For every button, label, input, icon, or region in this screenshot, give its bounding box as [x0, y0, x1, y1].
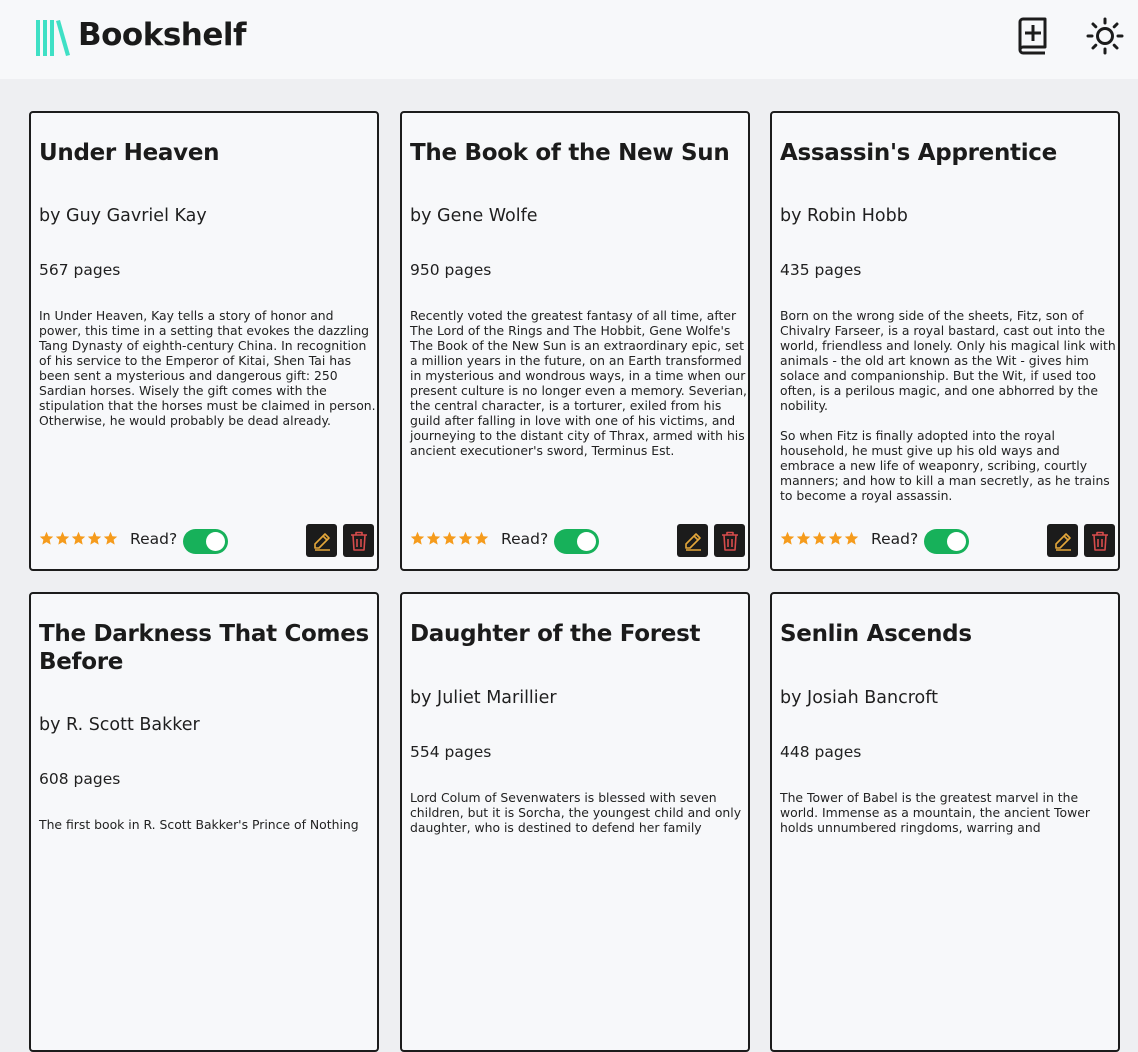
star-rating[interactable]	[39, 531, 118, 546]
star-rating[interactable]	[410, 531, 489, 546]
star-icon[interactable]	[474, 531, 489, 546]
book-pages: 448 pages	[780, 743, 862, 761]
book-description: Born on the wrong side of the sheets, Fi…	[780, 308, 1116, 503]
book-pages: 554 pages	[410, 743, 492, 761]
book-title: Daughter of the Forest	[410, 621, 701, 647]
star-icon[interactable]	[796, 531, 811, 546]
delete-button[interactable]	[714, 524, 745, 557]
trash-icon	[1091, 531, 1108, 551]
book-description: The Tower of Babel is the greatest marve…	[780, 790, 1090, 835]
star-icon[interactable]	[812, 531, 827, 546]
book-title: Under Heaven	[39, 140, 220, 166]
edit-button[interactable]	[306, 524, 337, 557]
star-icon[interactable]	[780, 531, 795, 546]
book-pages: 435 pages	[780, 261, 862, 279]
star-icon[interactable]	[828, 531, 843, 546]
book-description: The first book in R. Scott Bakker's Prin…	[39, 817, 359, 832]
star-icon[interactable]	[458, 531, 473, 546]
pencil-icon	[684, 532, 701, 551]
book-author: by Josiah Bancroft	[780, 688, 938, 708]
book-description: In Under Heaven, Kay tells a story of ho…	[39, 308, 376, 428]
book-author: by Gene Wolfe	[410, 206, 538, 226]
read-toggle[interactable]	[183, 529, 228, 554]
pencil-icon	[313, 532, 330, 551]
book-card: Assassin's Apprentice by Robin Hobb 435 …	[770, 111, 1120, 571]
book-pages: 567 pages	[39, 261, 121, 279]
star-icon[interactable]	[39, 531, 54, 546]
book-title: Assassin's Apprentice	[780, 140, 1057, 166]
book-title: The Darkness That Comes Before	[39, 621, 369, 675]
book-description: Recently voted the greatest fantasy of a…	[410, 308, 747, 458]
add-book-icon[interactable]	[1013, 16, 1053, 56]
edit-button[interactable]	[677, 524, 708, 557]
star-rating[interactable]	[780, 531, 859, 546]
star-icon[interactable]	[442, 531, 457, 546]
star-icon[interactable]	[410, 531, 425, 546]
book-title: The Book of the New Sun	[410, 140, 730, 166]
delete-button[interactable]	[343, 524, 374, 557]
book-card: Senlin Ascends by Josiah Bancroft 448 pa…	[770, 592, 1120, 1052]
book-pages: 608 pages	[39, 770, 121, 788]
book-author: by Juliet Marillier	[410, 688, 557, 708]
read-toggle[interactable]	[554, 529, 599, 554]
read-label: Read?	[130, 530, 178, 548]
star-icon[interactable]	[87, 531, 102, 546]
sun-icon[interactable]	[1085, 16, 1125, 56]
app-header: Bookshelf	[0, 0, 1138, 79]
star-icon[interactable]	[71, 531, 86, 546]
delete-button[interactable]	[1084, 524, 1115, 557]
book-author: by R. Scott Bakker	[39, 715, 200, 735]
book-card: Under Heaven by Guy Gavriel Kay 567 page…	[29, 111, 379, 571]
star-icon[interactable]	[844, 531, 859, 546]
read-label: Read?	[871, 530, 919, 548]
book-author: by Guy Gavriel Kay	[39, 206, 207, 226]
book-card: Daughter of the Forest by Juliet Marilli…	[400, 592, 750, 1052]
book-title: Senlin Ascends	[780, 621, 972, 647]
book-card: The Book of the New Sun by Gene Wolfe 95…	[400, 111, 750, 571]
toggle-knob	[577, 532, 596, 551]
edit-button[interactable]	[1047, 524, 1078, 557]
read-toggle[interactable]	[924, 529, 969, 554]
app-title: Bookshelf	[78, 17, 247, 53]
book-pages: 950 pages	[410, 261, 492, 279]
trash-icon	[721, 531, 738, 551]
book-card: The Darkness That Comes Before by R. Sco…	[29, 592, 379, 1052]
bookshelf-logo-icon	[36, 20, 70, 56]
book-description: Lord Colum of Sevenwaters is blessed wit…	[410, 790, 742, 835]
star-icon[interactable]	[426, 531, 441, 546]
read-label: Read?	[501, 530, 549, 548]
book-author: by Robin Hobb	[780, 206, 908, 226]
star-icon[interactable]	[55, 531, 70, 546]
trash-icon	[350, 531, 367, 551]
star-icon[interactable]	[103, 531, 118, 546]
toggle-knob	[947, 532, 966, 551]
toggle-knob	[206, 532, 225, 551]
pencil-icon	[1054, 532, 1071, 551]
